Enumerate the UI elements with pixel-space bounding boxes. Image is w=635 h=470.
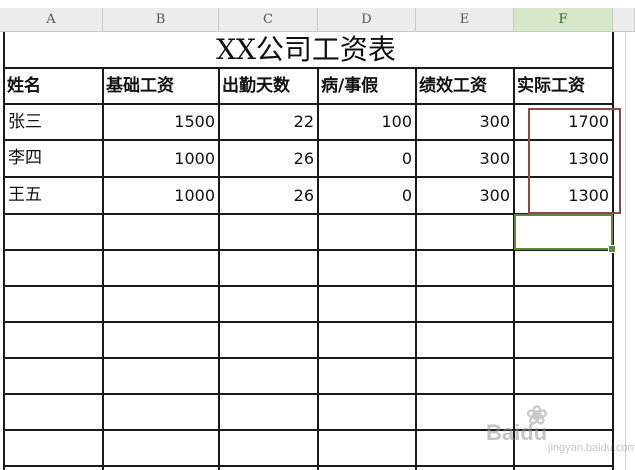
cell-border [3, 285, 614, 287]
empty-cell[interactable] [103, 430, 219, 466]
empty-cell[interactable] [416, 250, 514, 286]
value-cell[interactable]: 300 [416, 177, 514, 214]
empty-cell[interactable] [219, 214, 318, 250]
header-cell[interactable]: 病/事假 [318, 68, 416, 104]
empty-cell[interactable] [416, 322, 514, 358]
table-outer-border [612, 32, 614, 68]
value-cell[interactable]: 300 [416, 104, 514, 140]
cell-border [3, 465, 614, 467]
empty-cell[interactable] [103, 322, 219, 358]
empty-cell[interactable] [4, 394, 103, 430]
value-cell[interactable]: 0 [318, 140, 416, 177]
empty-cell[interactable] [4, 214, 103, 250]
value-cell[interactable]: 1000 [103, 140, 219, 177]
employee-name-cell[interactable]: 王五 [4, 177, 103, 214]
cell-border [3, 139, 614, 141]
empty-cell[interactable] [219, 250, 318, 286]
spreadsheet: A B C D E F XX公司工资表 姓名 基础工资 出勤天数 病/事假 绩效工资 实际工资张三 150… [0, 0, 635, 470]
empty-cell[interactable] [318, 358, 416, 394]
cell-border [3, 68, 5, 470]
value-cell[interactable]: 0 [318, 177, 416, 214]
column-header-e[interactable]: E [416, 8, 514, 32]
watermark-url: jingyan.baidu.com [548, 442, 635, 454]
empty-cell[interactable] [318, 322, 416, 358]
value-cell[interactable]: 22 [219, 104, 318, 140]
sheet-title[interactable]: XX公司工资表 [0, 33, 612, 67]
header-cell[interactable]: 基础工资 [103, 68, 219, 104]
empty-cell[interactable] [103, 250, 219, 286]
empty-cell[interactable] [4, 430, 103, 466]
empty-cell[interactable] [103, 214, 219, 250]
cell-border [415, 68, 417, 470]
empty-cell[interactable] [103, 358, 219, 394]
header-cell[interactable]: 实际工资 [514, 68, 613, 104]
highlight-box [528, 108, 621, 214]
header-cell[interactable]: 姓名 [4, 68, 103, 104]
empty-cell[interactable] [103, 286, 219, 322]
empty-cell[interactable] [514, 358, 613, 394]
cell-border [3, 176, 614, 178]
cell-border [102, 68, 104, 470]
empty-cell[interactable] [318, 286, 416, 322]
column-header-b[interactable]: B [103, 8, 219, 32]
employee-name-cell[interactable]: 张三 [4, 104, 103, 140]
empty-cell[interactable] [219, 358, 318, 394]
cell-border [3, 67, 614, 69]
empty-cell[interactable] [103, 394, 219, 430]
empty-cell[interactable] [4, 250, 103, 286]
empty-cell[interactable] [416, 358, 514, 394]
header-cell[interactable]: 绩效工资 [416, 68, 514, 104]
employee-name-cell[interactable]: 李四 [4, 140, 103, 177]
header-cell[interactable]: 出勤天数 [219, 68, 318, 104]
empty-cell[interactable] [4, 358, 103, 394]
empty-cell[interactable] [318, 394, 416, 430]
cell-border [3, 103, 614, 105]
empty-cell[interactable] [416, 214, 514, 250]
cell-border [218, 68, 220, 470]
table-outer-border [3, 32, 5, 68]
fill-handle[interactable] [608, 245, 616, 253]
empty-cell[interactable] [416, 286, 514, 322]
column-header-blank [613, 8, 635, 32]
empty-cell[interactable] [219, 430, 318, 466]
empty-cell[interactable] [318, 430, 416, 466]
watermark-logo: ❀ Baidu jingyan.baidu.com [486, 400, 635, 460]
empty-cell[interactable] [4, 322, 103, 358]
value-cell[interactable]: 1000 [103, 177, 219, 214]
cell-border [3, 393, 614, 395]
value-cell[interactable]: 300 [416, 140, 514, 177]
column-header-f[interactable]: F [514, 8, 613, 32]
empty-cell[interactable] [318, 214, 416, 250]
cell-border [317, 68, 319, 470]
empty-cell[interactable] [514, 322, 613, 358]
empty-cell[interactable] [4, 286, 103, 322]
value-cell[interactable]: 100 [318, 104, 416, 140]
empty-cell[interactable] [514, 250, 613, 286]
column-header-d[interactable]: D [318, 8, 416, 32]
cell-border [3, 321, 614, 323]
empty-cell[interactable] [219, 322, 318, 358]
value-cell[interactable]: 26 [219, 140, 318, 177]
empty-cell[interactable] [318, 250, 416, 286]
cell-border [3, 357, 614, 359]
column-header-a[interactable]: A [0, 8, 103, 32]
value-cell[interactable]: 26 [219, 177, 318, 214]
empty-cell[interactable] [514, 286, 613, 322]
watermark-brand: Baidu [486, 420, 548, 445]
empty-cell[interactable] [219, 394, 318, 430]
value-cell[interactable]: 1500 [103, 104, 219, 140]
active-cell-selection[interactable] [514, 214, 613, 250]
column-header-c[interactable]: C [219, 8, 318, 32]
empty-cell[interactable] [219, 286, 318, 322]
